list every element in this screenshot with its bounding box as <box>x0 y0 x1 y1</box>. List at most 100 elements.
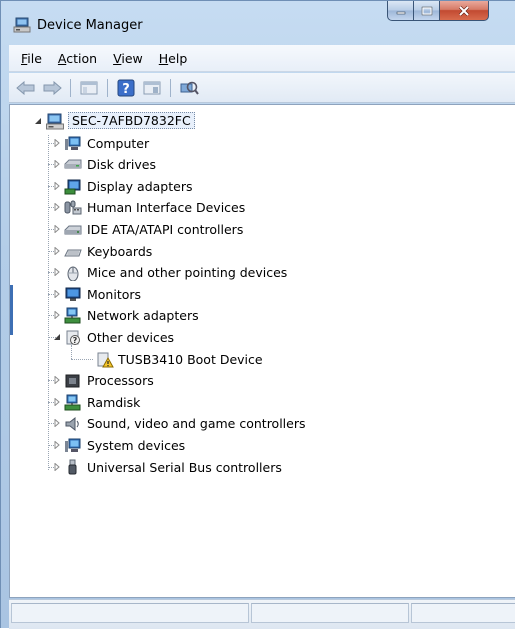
tree-category-label: Disk drives <box>87 157 156 173</box>
tree-connector <box>71 358 93 360</box>
forward-button[interactable] <box>41 77 63 99</box>
expand-arrow-icon[interactable] <box>53 246 61 255</box>
tree-category-row[interactable]: Display adapters <box>10 176 515 198</box>
help-icon: ? <box>117 79 135 97</box>
menu-bar: File Action View Help <box>9 45 515 72</box>
status-pane-main <box>11 603 249 623</box>
tree-category-label: Processors <box>87 373 154 389</box>
tree-category-row[interactable]: Mice and other pointing devices <box>10 262 515 284</box>
network-adapter-icon <box>64 307 81 324</box>
tree-category-label: Computer <box>87 135 150 151</box>
keyboard-icon <box>64 249 82 257</box>
tree-trunk-line <box>48 134 49 471</box>
tree-category-row[interactable]: Universal Serial Bus controllers <box>10 457 515 479</box>
status-pane-2 <box>251 603 409 623</box>
tree-category-row[interactable]: Keyboards <box>10 241 515 263</box>
tree-category-label: Monitors <box>87 286 142 302</box>
tree-category-row[interactable]: Processors <box>10 370 515 392</box>
tree-category-row[interactable]: IDE ATA/ATAPI controllers <box>10 219 515 241</box>
unknown-device-icon: ? <box>66 330 80 345</box>
expand-arrow-icon[interactable] <box>53 224 61 233</box>
monitor-icon <box>65 287 81 301</box>
tree-connector <box>71 344 72 359</box>
expand-arrow-icon[interactable] <box>53 462 61 471</box>
expand-arrow-icon[interactable] <box>53 440 61 449</box>
tree-category-row[interactable]: Sound, video and game controllers <box>10 413 515 435</box>
warning-device-icon <box>97 352 114 368</box>
expand-arrow-icon[interactable] <box>53 203 61 212</box>
root-computer-icon <box>46 113 64 130</box>
expand-arrow-icon[interactable] <box>53 289 61 298</box>
minimize-button[interactable] <box>387 1 414 21</box>
collapse-arrow-icon[interactable] <box>53 333 61 341</box>
tree-category-row[interactable]: System devices <box>10 435 515 457</box>
svg-text:?: ? <box>73 336 78 345</box>
system-devices-icon <box>65 438 81 452</box>
maximize-icon <box>421 6 432 15</box>
show-hide-console-tree-button[interactable] <box>78 77 100 99</box>
tree-root-label: SEC-7AFBD7832FC <box>68 112 195 129</box>
tree-category-row[interactable]: Network adapters <box>10 305 515 327</box>
expand-arrow-icon[interactable] <box>53 160 61 169</box>
menu-help[interactable]: Help <box>151 51 196 66</box>
tree-root-row[interactable]: SEC-7AFBD7832FC <box>10 111 515 133</box>
scan-hardware-icon <box>180 81 199 95</box>
expand-arrow-icon[interactable] <box>53 311 61 320</box>
tree-category-row[interactable]: Disk drives <box>10 154 515 176</box>
expand-arrow-icon[interactable] <box>53 376 61 385</box>
tree-category-label: Mice and other pointing devices <box>87 265 288 281</box>
status-bar <box>9 599 515 629</box>
tree-device-row[interactable]: TUSB3410 Boot Device <box>10 344 515 371</box>
tree-category-row[interactable]: ? Other devices <box>10 327 515 349</box>
tree-device-label: TUSB3410 Boot Device <box>118 351 263 367</box>
maximize-button[interactable] <box>414 1 440 21</box>
device-tree: SEC-7AFBD7832FC Computer Disk drives Displa… <box>10 111 515 478</box>
tree-category-label: Display adapters <box>87 178 193 194</box>
ide-controller-icon <box>64 225 82 235</box>
tree-category-label: System devices <box>87 437 186 453</box>
expand-arrow-icon[interactable] <box>53 138 61 147</box>
usb-icon <box>68 459 77 474</box>
expand-arrow-icon[interactable] <box>53 397 61 406</box>
tree-category-label: Other devices <box>87 329 175 345</box>
tree-category-label: Sound, video and game controllers <box>87 416 306 432</box>
tree-category-row[interactable]: Computer <box>10 133 515 155</box>
computer-icon <box>65 136 81 150</box>
tree-category-row[interactable]: Monitors <box>10 284 515 306</box>
toolbar-separator <box>107 78 108 97</box>
menu-view[interactable]: View <box>105 51 151 66</box>
tree-category-label: Universal Serial Bus controllers <box>87 459 282 475</box>
properties-button[interactable] <box>141 77 163 99</box>
mouse-icon <box>67 266 79 282</box>
menu-help-accel: H <box>158 50 169 66</box>
menu-view-label: iew <box>121 50 143 66</box>
tree-category-label: Network adapters <box>87 308 199 324</box>
close-icon <box>458 5 470 16</box>
tree-category-label: IDE ATA/ATAPI controllers <box>87 221 244 237</box>
console-tree-icon <box>80 81 98 94</box>
tree-category-label: Keyboards <box>87 243 153 259</box>
device-tree-view[interactable]: SEC-7AFBD7832FC Computer Disk drives Displa… <box>9 104 515 598</box>
collapse-arrow-icon[interactable] <box>34 117 42 125</box>
expand-arrow-icon[interactable] <box>53 181 61 190</box>
tree-category-row[interactable]: Human Interface Devices <box>10 197 515 219</box>
expand-arrow-icon[interactable] <box>53 419 61 428</box>
expand-arrow-icon[interactable] <box>53 268 61 277</box>
device-manager-window: Device Manager File Action View Help ? S… <box>0 0 515 629</box>
tree-category-label: Human Interface Devices <box>87 200 246 216</box>
sound-icon <box>65 417 79 432</box>
title-bar[interactable]: Device Manager <box>1 1 515 43</box>
help-button[interactable]: ? <box>115 77 137 99</box>
minimize-icon <box>396 11 405 14</box>
menu-file[interactable]: File <box>13 51 50 66</box>
device-manager-app-icon <box>13 17 31 33</box>
scan-hardware-button[interactable] <box>178 77 200 99</box>
forward-arrow-icon <box>43 80 62 95</box>
hid-icon <box>64 200 82 215</box>
close-button[interactable] <box>440 1 489 21</box>
menu-action[interactable]: Action <box>50 51 105 66</box>
toolbar: ? <box>9 73 515 103</box>
back-button[interactable] <box>15 77 37 99</box>
tree-category-row[interactable]: Ramdisk <box>10 392 515 414</box>
window-title: Device Manager <box>37 18 143 33</box>
